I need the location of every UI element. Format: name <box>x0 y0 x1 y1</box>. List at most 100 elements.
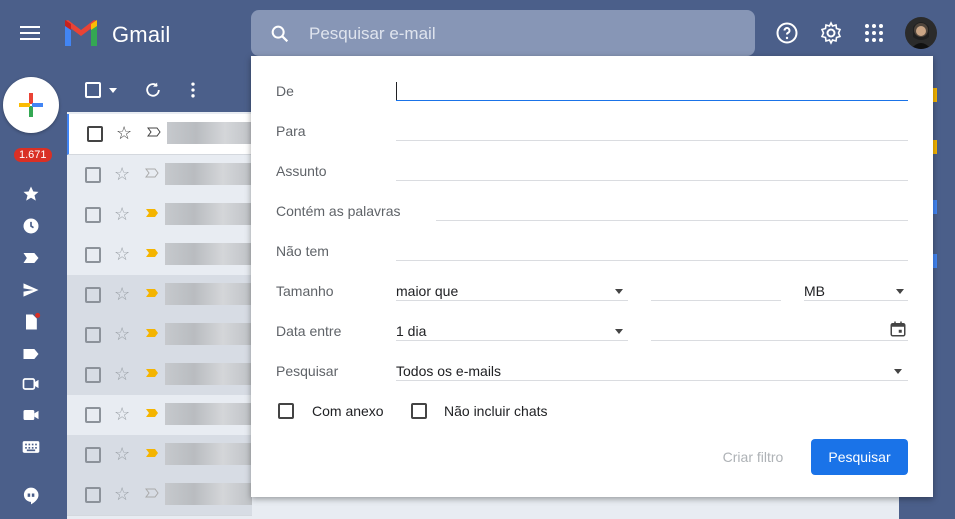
account-avatar[interactable] <box>905 17 937 49</box>
row-checkbox[interactable] <box>85 167 101 183</box>
table-row[interactable]: ☆ <box>67 395 252 436</box>
row-checkbox[interactable] <box>85 247 101 263</box>
sender-preview <box>165 203 252 225</box>
size-operator-underline <box>396 300 628 301</box>
table-row[interactable]: ☆ <box>67 355 252 396</box>
star-icon[interactable]: ☆ <box>114 164 130 185</box>
search-input[interactable] <box>307 18 731 50</box>
chat-hangouts-icon[interactable] <box>21 486 41 506</box>
row-checkbox[interactable] <box>85 207 101 223</box>
importance-marker-icon[interactable] <box>147 127 161 137</box>
doesnt-have-label: Não tem <box>276 243 329 259</box>
create-filter-button[interactable]: Criar filtro <box>704 439 802 475</box>
app-title: Gmail <box>112 22 171 47</box>
table-row[interactable]: ☆ <box>67 475 252 516</box>
sender-preview <box>165 283 252 305</box>
search-icon[interactable] <box>269 23 291 45</box>
has-attachment-label: Com anexo <box>312 403 384 419</box>
star-icon[interactable]: ☆ <box>114 284 130 305</box>
date-within-label: Data entre <box>276 323 342 339</box>
from-field[interactable] <box>396 100 908 101</box>
sent-icon[interactable] <box>21 280 41 300</box>
row-checkbox[interactable] <box>85 487 101 503</box>
has-words-field[interactable] <box>436 220 908 221</box>
importance-marker-icon[interactable] <box>145 328 159 338</box>
settings-gear-icon[interactable] <box>819 21 843 45</box>
meet-join-video-icon[interactable] <box>21 405 41 425</box>
importance-marker-icon[interactable] <box>145 448 159 458</box>
label-icon[interactable] <box>21 344 41 364</box>
exclude-chats-checkbox[interactable] <box>411 403 427 419</box>
refresh-icon[interactable] <box>143 80 163 100</box>
help-icon[interactable] <box>775 21 799 45</box>
sender-preview <box>165 443 252 465</box>
has-attachment-checkbox[interactable] <box>278 403 294 419</box>
sender-preview <box>165 483 252 505</box>
text-cursor <box>396 82 397 100</box>
date-within-underline <box>396 340 628 341</box>
importance-marker-icon[interactable] <box>145 368 159 378</box>
chevron-down-icon[interactable] <box>896 289 904 294</box>
row-checkbox[interactable] <box>85 407 101 423</box>
size-operator-select[interactable]: maior que <box>396 283 458 299</box>
important-label-icon[interactable] <box>21 248 41 268</box>
to-field[interactable] <box>396 140 908 141</box>
more-options-icon[interactable] <box>183 80 203 100</box>
doesnt-have-field[interactable] <box>396 260 908 261</box>
compose-button[interactable] <box>3 77 59 133</box>
star-icon[interactable]: ☆ <box>114 444 130 465</box>
table-row[interactable]: ☆ <box>67 114 254 155</box>
has-words-label: Contém as palavras <box>276 203 401 219</box>
calendar-icon[interactable] <box>889 320 907 338</box>
star-icon[interactable]: ☆ <box>114 364 130 385</box>
chevron-down-icon[interactable] <box>894 369 902 374</box>
drafts-icon[interactable] <box>21 312 41 332</box>
starred-icon[interactable] <box>21 184 41 204</box>
search-in-underline <box>396 380 908 381</box>
table-row[interactable]: ☆ <box>67 275 252 316</box>
importance-marker-icon[interactable] <box>145 408 159 418</box>
row-checkbox[interactable] <box>85 327 101 343</box>
snoozed-clock-icon[interactable] <box>21 216 41 236</box>
search-button[interactable]: Pesquisar <box>811 439 908 475</box>
table-row[interactable]: ☆ <box>67 435 252 476</box>
sender-preview <box>165 323 252 345</box>
importance-marker-icon[interactable] <box>145 208 159 218</box>
apps-grid-icon[interactable] <box>862 21 886 45</box>
importance-marker-icon[interactable] <box>145 248 159 258</box>
star-icon[interactable]: ☆ <box>114 324 130 345</box>
importance-marker-icon[interactable] <box>145 288 159 298</box>
subject-field[interactable] <box>396 180 908 181</box>
star-icon[interactable]: ☆ <box>114 204 130 225</box>
table-row[interactable]: ☆ <box>67 315 252 356</box>
search-bar[interactable] <box>251 10 755 56</box>
chevron-down-icon[interactable] <box>615 329 623 334</box>
sender-preview <box>165 403 252 425</box>
date-field[interactable] <box>651 340 908 341</box>
select-dropdown-caret-icon[interactable] <box>109 88 117 93</box>
advanced-search-panel: De Para Assunto Contém as palavras Não t… <box>251 56 933 497</box>
table-row[interactable]: ☆ <box>67 235 252 276</box>
keyboard-icon[interactable] <box>21 437 41 457</box>
chevron-down-icon[interactable] <box>615 289 623 294</box>
size-unit-select[interactable]: MB <box>804 283 825 299</box>
importance-marker-icon[interactable] <box>145 488 159 498</box>
row-checkbox[interactable] <box>85 367 101 383</box>
star-icon[interactable]: ☆ <box>116 123 132 144</box>
search-in-select[interactable]: Todos os e-mails <box>396 363 501 379</box>
date-within-select[interactable]: 1 dia <box>396 323 426 339</box>
select-all-checkbox[interactable] <box>85 82 101 98</box>
star-icon[interactable]: ☆ <box>114 244 130 265</box>
main-menu-button[interactable] <box>18 22 42 46</box>
row-checkbox[interactable] <box>85 447 101 463</box>
size-value-field[interactable] <box>651 300 781 301</box>
table-row[interactable]: ☆ <box>67 155 252 196</box>
meet-new-meeting-icon[interactable] <box>21 374 41 394</box>
row-checkbox[interactable] <box>87 126 103 142</box>
importance-marker-icon[interactable] <box>145 168 159 178</box>
star-icon[interactable]: ☆ <box>114 484 130 505</box>
star-icon[interactable]: ☆ <box>114 404 130 425</box>
sender-preview <box>165 243 252 265</box>
table-row[interactable]: ☆ <box>67 195 252 236</box>
row-checkbox[interactable] <box>85 287 101 303</box>
